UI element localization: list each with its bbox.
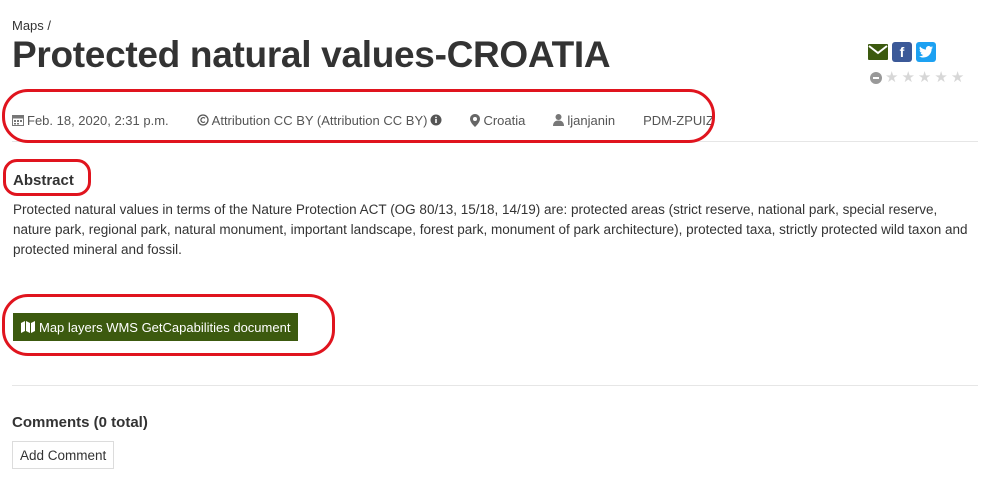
meta-region[interactable]: Croatia [470,113,525,128]
divider [12,385,978,386]
user-icon [553,114,565,126]
facebook-letter: f [899,44,905,60]
envelope-icon[interactable] [868,42,888,62]
add-comment-button[interactable]: Add Comment [12,441,115,469]
metadata-bar: Feb. 18, 2020, 2:31 p.m. Attribution CC … [12,108,714,132]
wms-button-label: Map layers WMS GetCapabilities document [39,319,291,335]
meta-license-text: Attribution CC BY (Attribution CC BY) [211,112,428,128]
star-icon[interactable]: ★ [885,70,898,85]
share-buttons: f [868,42,936,62]
abstract-text: Protected natural values in terms of the… [13,202,968,257]
comments-heading: Comments (0 total) [12,414,148,431]
divider [12,141,978,142]
calendar-icon [12,115,24,126]
map-icon [21,321,35,333]
abstract-heading: Abstract [13,172,74,189]
breadcrumb-separator: / [47,18,52,33]
breadcrumb: Maps / [12,18,51,33]
map-marker-icon [470,113,481,127]
copyright-icon [197,114,209,126]
facebook-icon[interactable]: f [892,42,912,62]
star-icon[interactable]: ★ [934,70,947,85]
star-icon[interactable]: ★ [918,70,931,85]
clear-rating-icon[interactable] [870,71,882,84]
meta-owner-text: ljanjanin [567,112,616,128]
meta-date: Feb. 18, 2020, 2:31 p.m. [12,113,169,128]
page-title: Protected natural values-CROATIA [12,34,611,75]
star-icon[interactable]: ★ [901,70,914,85]
meta-license[interactable]: Attribution CC BY (Attribution CC BY) [197,113,443,128]
meta-category[interactable]: PDM-ZPUIZ [643,113,714,128]
wms-getcapabilities-button[interactable]: Map layers WMS GetCapabilities document [13,313,299,341]
rating-widget: ★ ★ ★ ★ ★ [870,70,964,85]
breadcrumb-link-maps[interactable]: Maps [12,18,44,33]
info-icon[interactable] [430,114,442,126]
twitter-icon[interactable] [916,42,936,62]
page: Maps / Protected natural values-CROATIA … [0,0,1004,500]
star-icon[interactable]: ★ [951,70,964,85]
meta-date-text: Feb. 18, 2020, 2:31 p.m. [27,112,169,128]
meta-owner[interactable]: ljanjanin [553,113,615,128]
meta-category-text: PDM-ZPUIZ [643,112,714,128]
meta-region-text: Croatia [483,112,526,128]
